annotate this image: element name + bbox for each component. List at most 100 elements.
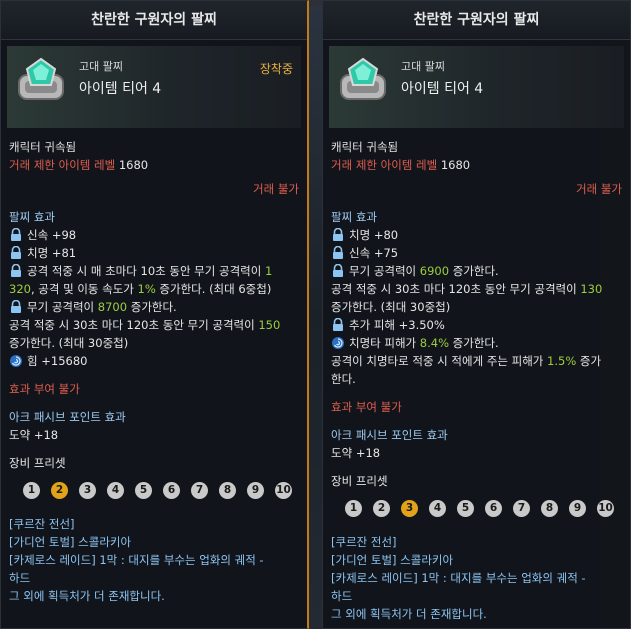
effect-line: 공격이 치명타로 적중 시 적에게 주는 피해가 1.5% 증가 (331, 352, 622, 370)
source-line: 그 외에 획득처가 더 존재합니다. (9, 589, 165, 603)
preset-button-2[interactable]: 2 (373, 500, 390, 517)
effect-text: 증가한다. (최대 6중첩) (155, 282, 272, 296)
preset-button-3[interactable]: 3 (79, 482, 96, 499)
preset-button-6[interactable]: 6 (163, 482, 180, 499)
item-name: 찬란한 구원자의 팔찌 (323, 1, 630, 40)
effect-value: 8700 (97, 300, 128, 314)
ark-value: 도약 +18 (331, 446, 381, 460)
preset-button-1[interactable]: 1 (23, 482, 40, 499)
preset-button-7[interactable]: 7 (513, 500, 530, 517)
trade-disabled: 거래 불가 (576, 182, 622, 196)
item-header: 고대 팔찌 아이템 티어 4 (329, 46, 624, 128)
preset-row: 1 2 3 4 5 6 7 8 9 10 (331, 500, 622, 517)
preset-button-1[interactable]: 1 (345, 500, 362, 517)
preset-title: 장비 프리셋 (331, 474, 388, 488)
preset-button-9[interactable]: 9 (247, 482, 264, 499)
lock-icon (11, 264, 21, 277)
item-tier: 아이템 티어 4 (79, 81, 162, 97)
lock-icon (333, 318, 343, 331)
effect-value: 8.4% (419, 336, 450, 350)
bound-text: 캐릭터 귀속됨 (9, 140, 77, 154)
effect-text: 증가 (576, 354, 602, 368)
effect-line: 치명 +81 (9, 244, 299, 262)
effect-value: 1.5% (547, 354, 577, 368)
item-tier: 아이템 티어 4 (401, 81, 484, 97)
effect-line: 320, 공격 및 이동 속도가 1% 증가한다. (최대 6중첩) (9, 280, 299, 298)
lock-icon (333, 264, 343, 277)
item-tooltip-compare: 찬란한 구원자의 팔찌 고대 팔찌 아이템 티어 4 캐릭터 귀속됨 거래 제한… (322, 0, 631, 629)
effect-value: 320 (9, 282, 31, 296)
bracelet-icon (340, 57, 386, 100)
lock-icon (333, 228, 343, 241)
lock-icon (11, 300, 21, 313)
trade-level-label: 거래 제한 아이템 레벨 (9, 158, 116, 172)
swirl-icon (332, 337, 344, 349)
preset-button-10[interactable]: 10 (275, 482, 292, 499)
effect-line: 무기 공격력이 6900 증가한다. (331, 262, 622, 280)
trade-level-value: 1680 (440, 158, 471, 172)
swirl-icon (10, 355, 22, 367)
ark-value: 도약 +18 (9, 428, 59, 442)
preset-button-4[interactable]: 4 (107, 482, 124, 499)
preset-button-2[interactable]: 2 (51, 482, 68, 499)
source-line: [쿠르잔 전선] (9, 517, 75, 531)
tooltip-body: 캐릭터 귀속됨 거래 제한 아이템 레벨 1680 거래 불가 팔찌 효과 치명… (323, 128, 630, 623)
preset-button-6[interactable]: 6 (485, 500, 502, 517)
effect-text: 무기 공격력이 (349, 264, 420, 278)
effect-value: 130 (580, 282, 603, 296)
effect-line: 한다. (331, 372, 356, 386)
effect-text: 신속 +75 (349, 246, 399, 260)
effect-line: 신속 +98 (9, 226, 299, 244)
effect-text: 힘 +15680 (27, 354, 88, 368)
trade-disabled: 거래 불가 (253, 182, 299, 196)
effect-line: 공격 적중 시 매 초마다 10초 동안 무기 공격력이 1 (9, 262, 299, 280)
item-header: 고대 팔찌 아이템 티어 4 장착중 (7, 46, 301, 128)
effect-line: 추가 피해 +3.50% (331, 316, 622, 334)
effect-line: 증가한다. (최대 30중첩) (9, 336, 129, 350)
source-line: [가디언 토벌] 스콜라키아 (9, 535, 132, 549)
preset-button-8[interactable]: 8 (219, 482, 236, 499)
grant-disabled: 효과 부여 불가 (9, 382, 80, 396)
effect-text: 치명 +80 (349, 228, 399, 242)
source-line: [쿠르잔 전선] (331, 535, 397, 549)
lock-icon (11, 228, 21, 241)
source-line: 하드 (9, 571, 31, 585)
effect-line: 무기 공격력이 8700 증가한다. (9, 298, 299, 316)
preset-button-7[interactable]: 7 (191, 482, 208, 499)
preset-button-9[interactable]: 9 (569, 500, 586, 517)
effect-text: 증가한다. (449, 336, 499, 350)
effect-line: 신속 +75 (331, 244, 622, 262)
bound-text: 캐릭터 귀속됨 (331, 140, 399, 154)
effect-text: 치명 +81 (27, 246, 77, 260)
lock-icon (11, 246, 21, 259)
preset-button-5[interactable]: 5 (457, 500, 474, 517)
effect-line: 증가한다. (최대 30중첩) (331, 300, 451, 314)
item-grade: 고대 팔찌 (79, 60, 123, 73)
preset-button-4[interactable]: 4 (429, 500, 446, 517)
trade-level: 거래 제한 아이템 레벨 1680 (9, 156, 299, 174)
effect-line: 공격 적중 시 30초 마다 120초 동안 무기 공격력이 150 (9, 316, 299, 334)
effect-text: 무기 공격력이 (27, 300, 98, 314)
effect-value: 1 (264, 264, 273, 278)
bracelet-icon (18, 57, 64, 100)
trade-level-value: 1680 (118, 158, 149, 172)
grant-disabled: 효과 부여 불가 (331, 400, 402, 414)
preset-button-10[interactable]: 10 (597, 500, 614, 517)
source-line: [가디언 토벌] 스콜라키아 (331, 553, 454, 567)
effect-value: 1% (137, 282, 156, 296)
source-line: 하드 (331, 589, 353, 603)
trade-level-label: 거래 제한 아이템 레벨 (331, 158, 438, 172)
preset-button-5[interactable]: 5 (135, 482, 152, 499)
effect-text: 치명타 피해가 (349, 336, 420, 350)
preset-button-3[interactable]: 3 (401, 500, 418, 517)
source-line: 그 외에 획득처가 더 존재합니다. (331, 607, 487, 621)
effect-text: 증가한다. (127, 300, 177, 314)
preset-row: 1 2 3 4 5 6 7 8 9 10 (9, 482, 299, 499)
source-line: [카제로스 레이드] 1막 : 대지를 부수는 업화의 궤적 - (331, 571, 586, 585)
effect-line: 힘 +15680 (9, 352, 299, 370)
preset-button-8[interactable]: 8 (541, 500, 558, 517)
effect-text: 증가한다. (449, 264, 499, 278)
ark-title: 아크 패시브 포인트 효과 (331, 428, 448, 442)
source-line: [카제로스 레이드] 1막 : 대지를 부수는 업화의 궤적 - (9, 553, 264, 567)
effect-value: 150 (258, 318, 281, 332)
